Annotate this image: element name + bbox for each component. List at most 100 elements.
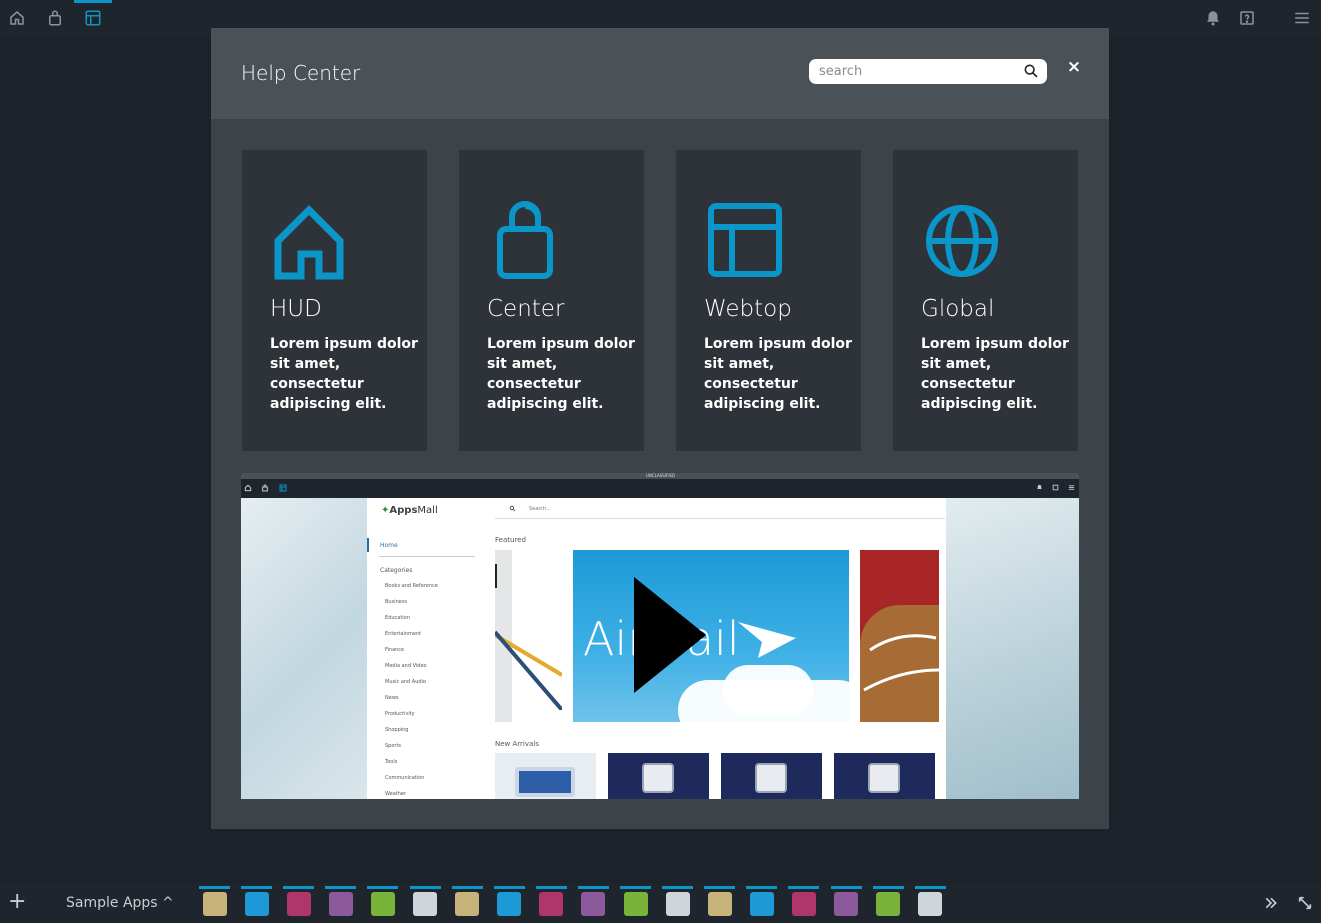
modal-header: Help Center × bbox=[211, 28, 1109, 119]
category-item: Communication bbox=[385, 775, 425, 781]
card-title: Webtop bbox=[704, 296, 792, 322]
chat-app[interactable] bbox=[872, 886, 904, 919]
video-top-bar bbox=[241, 479, 1079, 498]
double-chevron-right-icon[interactable] bbox=[1263, 895, 1279, 911]
bell-icon[interactable] bbox=[1203, 8, 1223, 28]
card-title: Global bbox=[921, 296, 995, 322]
clipboard-app-icon bbox=[328, 892, 353, 916]
shopping-bag-icon bbox=[497, 201, 553, 279]
map-pin-app[interactable] bbox=[914, 886, 946, 919]
category-item: Productivity bbox=[385, 711, 415, 717]
pencil-app[interactable] bbox=[451, 886, 483, 919]
category-item: Business bbox=[385, 599, 408, 605]
chat-app[interactable] bbox=[620, 886, 651, 919]
hamburger-menu-icon bbox=[1068, 485, 1075, 490]
settings-app-icon bbox=[791, 892, 816, 916]
help-center-modal: Help Center × HUD Lorem ipsum dolor sit … bbox=[211, 28, 1109, 829]
category-item: Books and Reference bbox=[385, 583, 438, 589]
app-group-label[interactable]: Sample Apps ^ bbox=[66, 895, 174, 911]
home-icon bbox=[274, 205, 344, 280]
help-card-center[interactable]: Center Lorem ipsum dolor sit amet, conse… bbox=[459, 150, 644, 451]
appsmall-search: Search... bbox=[495, 499, 945, 519]
chat-app-icon bbox=[876, 892, 901, 916]
category-item: Tools bbox=[385, 759, 398, 765]
search-input[interactable] bbox=[819, 62, 1014, 81]
globe-icon bbox=[926, 205, 998, 277]
divider bbox=[379, 556, 475, 557]
appsmall-main: Search... Featured AirMail New Arrivals bbox=[491, 498, 946, 799]
pencil-app-icon bbox=[202, 892, 227, 916]
active-nav-indicator bbox=[367, 538, 369, 552]
airmail-app[interactable] bbox=[493, 886, 525, 919]
card-description: Lorem ipsum dolor sit amet, consectetur … bbox=[704, 336, 852, 412]
settings-app-icon bbox=[286, 892, 311, 916]
map-pin-app[interactable] bbox=[662, 886, 694, 919]
clipboard-app[interactable] bbox=[830, 886, 862, 919]
clipboard-app[interactable] bbox=[325, 886, 357, 919]
webtop-layout-icon bbox=[279, 484, 287, 492]
pencil-app-icon bbox=[707, 892, 732, 916]
shopping-bag-icon[interactable] bbox=[45, 8, 65, 28]
video-background-right bbox=[946, 498, 1079, 799]
settings-app[interactable] bbox=[535, 886, 567, 919]
home-icon[interactable] bbox=[7, 8, 27, 28]
settings-app[interactable] bbox=[283, 886, 315, 919]
active-tab-indicator bbox=[74, 0, 112, 3]
new-arrival-tile bbox=[721, 753, 822, 799]
map-pin-app[interactable] bbox=[409, 886, 441, 919]
clipboard-app[interactable] bbox=[577, 886, 609, 919]
airmail-app-icon bbox=[244, 892, 269, 916]
card-description: Lorem ipsum dolor sit amet, consectetur … bbox=[270, 336, 418, 412]
help-icon[interactable] bbox=[1237, 8, 1257, 28]
new-arrival-tile bbox=[495, 753, 596, 799]
close-button[interactable]: × bbox=[1066, 57, 1082, 77]
help-card-global[interactable]: Global Lorem ipsum dolor sit amet, conse… bbox=[893, 150, 1078, 451]
category-item: Shopping bbox=[385, 727, 409, 733]
tutorial-video[interactable]: UNCLASSIFIED ✦AppsMall Home Categories B… bbox=[241, 473, 1079, 799]
category-item: Finance bbox=[385, 647, 405, 653]
expand-arrows-icon[interactable] bbox=[1297, 895, 1313, 911]
card-description: Lorem ipsum dolor sit amet, consectetur … bbox=[921, 336, 1069, 412]
help-card-hud[interactable]: HUD Lorem ipsum dolor sit amet, consecte… bbox=[242, 150, 427, 451]
appsmall-logo: ✦AppsMall bbox=[381, 505, 438, 516]
category-item: News bbox=[385, 695, 399, 701]
settings-app[interactable] bbox=[788, 886, 820, 919]
featured-heading: Featured bbox=[495, 536, 526, 544]
webtop-layout-icon[interactable] bbox=[83, 8, 103, 28]
airmail-app[interactable] bbox=[241, 886, 273, 919]
airmail-app[interactable] bbox=[746, 886, 778, 919]
chat-app-icon bbox=[370, 892, 395, 916]
pencil-app-icon bbox=[455, 892, 480, 916]
bell-icon bbox=[1037, 484, 1042, 489]
categories-heading: Categories bbox=[380, 567, 413, 574]
new-arrivals-heading: New Arrivals bbox=[495, 740, 539, 748]
clipboard-app-icon bbox=[834, 892, 858, 916]
card-title: Center bbox=[487, 296, 565, 322]
help-card-webtop[interactable]: Webtop Lorem ipsum dolor sit amet, conse… bbox=[676, 150, 861, 451]
shopping-bag-icon bbox=[262, 484, 268, 492]
new-arrival-tile bbox=[608, 753, 709, 799]
pencil-app[interactable] bbox=[704, 886, 736, 919]
hamburger-menu-icon[interactable] bbox=[1292, 8, 1312, 28]
airmail-app-icon bbox=[497, 892, 522, 916]
video-background-left bbox=[241, 498, 367, 799]
webtop-layout-icon bbox=[708, 203, 782, 277]
map-pin-app-icon bbox=[918, 892, 943, 916]
card-title: HUD bbox=[270, 296, 322, 322]
card-description: Lorem ipsum dolor sit amet, consectetur … bbox=[487, 336, 635, 412]
category-item: Entertainment bbox=[385, 631, 422, 637]
add-icon[interactable]: + bbox=[8, 891, 26, 913]
appsmall-sidebar: ✦AppsMall Home Categories Books and Refe… bbox=[367, 498, 491, 799]
featured-slide-left bbox=[495, 550, 562, 722]
search-icon[interactable] bbox=[1023, 63, 1039, 79]
modal-title: Help Center bbox=[241, 61, 361, 85]
pencil-app[interactable] bbox=[199, 886, 230, 919]
new-arrival-tile bbox=[834, 753, 935, 799]
help-icon bbox=[1052, 484, 1059, 491]
play-icon[interactable] bbox=[634, 577, 706, 693]
featured-slide-right bbox=[860, 550, 939, 722]
paper-plane-icon bbox=[738, 622, 796, 658]
featured-slide-airmail: AirMail bbox=[573, 550, 849, 722]
sidebar-item-home: Home bbox=[380, 542, 398, 549]
chat-app[interactable] bbox=[367, 886, 399, 919]
